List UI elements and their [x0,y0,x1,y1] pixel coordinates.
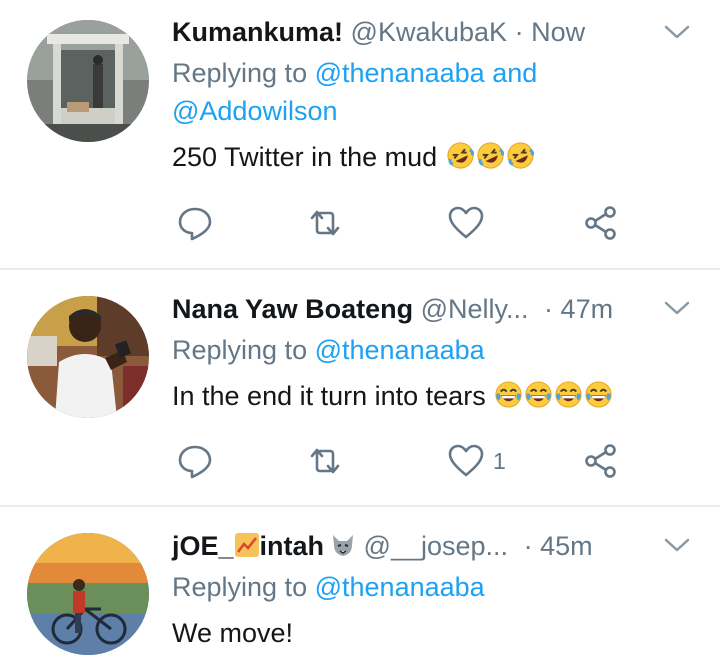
tweet-text: In the end it turn into tears [172,377,690,415]
tears-of-joy-emoji-icon [585,381,612,408]
mention-link[interactable]: @thenanaaba [315,58,485,88]
wolf-icon [333,535,354,556]
mention-link[interactable]: @thenanaaba [315,572,485,602]
like-button[interactable] [447,204,493,242]
replying-prefix: Replying to [172,572,308,602]
tweet-divider [0,505,720,507]
author-handle[interactable]: @__josep... [364,531,509,561]
chart-increasing-icon [234,533,259,557]
replying-to: Replying to @thenanaaba and @Addowilson [172,54,690,130]
tweet-actions [172,204,652,244]
chevron-down-icon[interactable] [664,537,690,553]
like-count: 1 [493,447,506,474]
author-name-part: jOE_ [172,531,234,561]
author-name[interactable]: Kumankuma! [172,17,343,47]
heart-icon [448,444,484,477]
retweet-button[interactable] [306,204,344,242]
heart-icon [448,206,484,239]
avatar[interactable] [27,296,149,418]
avatar[interactable] [27,20,149,142]
reply-button[interactable] [176,204,214,242]
rofl-emoji-icon [477,142,504,169]
share-button[interactable] [582,442,620,480]
separator: · [523,531,533,561]
author-handle[interactable]: @Nelly... [421,294,529,324]
tweet-actions: 1 [172,442,652,482]
tears-of-joy-emoji-icon [525,381,552,408]
author-name[interactable]: Nana Yaw Boateng [172,294,413,324]
rofl-emoji-icon [507,142,534,169]
like-button[interactable]: 1 [447,442,506,480]
replying-prefix: Replying to [172,58,308,88]
share-icon [585,206,616,240]
avatar[interactable] [27,533,149,655]
tweet-body: In the end it turn into tears [172,381,486,411]
mention-link[interactable]: @Addowilson [172,96,338,126]
author-name[interactable]: jOE_ intah [172,531,356,561]
rofl-emoji-icon [447,142,474,169]
tweet-text: We move! [172,614,690,652]
tears-of-joy-emoji-icon [555,381,582,408]
separator: · [544,294,554,324]
tweet-text: 250 Twitter in the mud [172,138,690,176]
comment-icon [178,445,212,479]
share-button[interactable] [582,204,620,242]
chevron-down-icon[interactable] [664,24,690,40]
retweet-button[interactable] [306,442,344,480]
retweet-icon [310,210,340,236]
separator: · [514,17,524,47]
author-name-part: intah [259,531,325,561]
author-handle[interactable]: @KwakubaK [351,17,508,47]
chevron-down-icon[interactable] [664,300,690,316]
retweet-icon [310,448,340,474]
replying-to: Replying to @thenanaaba [172,568,690,606]
share-icon [585,444,616,478]
avatar-image [27,533,149,655]
timestamp[interactable]: 45m [540,531,593,561]
avatar-image [27,296,149,418]
tweet-body: We move! [172,618,294,648]
replying-prefix: Replying to [172,335,308,365]
mention-link[interactable]: @thenanaaba [315,335,485,365]
mention-joiner: and [492,58,538,88]
comment-icon [178,207,212,241]
tears-of-joy-emoji-icon [495,381,522,408]
timestamp[interactable]: 47m [561,294,614,324]
avatar-image [27,20,149,142]
tweet-body: 250 Twitter in the mud [172,142,438,172]
tweet-divider [0,268,720,270]
reply-button[interactable] [176,442,214,480]
timestamp[interactable]: Now [531,17,585,47]
replying-to: Replying to @thenanaaba [172,331,690,369]
